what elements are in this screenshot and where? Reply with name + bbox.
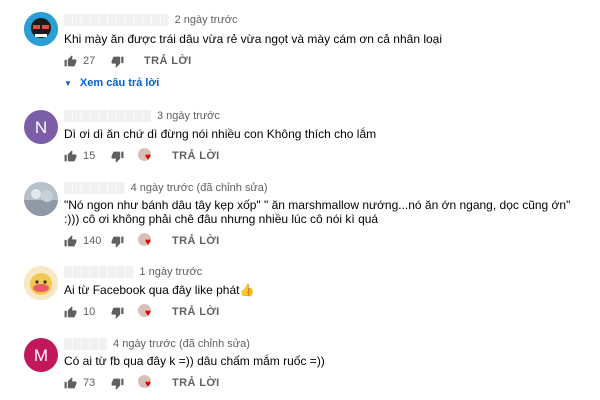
view-replies-label: Xem câu trả lời xyxy=(79,77,160,89)
view-replies-button[interactable]: ▼ Xem câu trả lời xyxy=(64,77,159,89)
avatar[interactable] xyxy=(24,12,58,46)
chevron-down-icon: ▼ xyxy=(64,78,72,88)
comment-author-line: ▒▒▒▒▒▒▒▒ 1 ngày trước xyxy=(64,266,202,278)
author-name-blurred[interactable]: ▒▒▒▒▒▒▒ xyxy=(64,182,126,194)
avatar-letter: N xyxy=(34,117,48,137)
comment-thread: ▒▒▒▒▒▒▒▒ 1 ngày trước Ai từ Facebook qua… xyxy=(0,260,600,330)
comment-time[interactable]: 2 ngày trước xyxy=(175,14,238,26)
comment-text: Khi mày ăn được trái dâu vừa rẻ vừa ngọt… xyxy=(64,32,443,46)
like-icon[interactable] xyxy=(64,306,77,319)
creator-heart-icon: ♥ xyxy=(138,148,156,164)
like-count: 10 xyxy=(83,306,96,318)
like-count: 15 xyxy=(83,150,96,162)
comment-author-line: ▒▒▒▒▒▒▒▒▒▒ 3 ngày trước xyxy=(64,110,220,122)
comment-thread: ▒▒▒▒▒▒▒▒▒▒▒▒ 2 ngày trước Khi mày ăn đượ… xyxy=(0,0,600,100)
like-count: 140 xyxy=(83,235,102,247)
comment-thread: ▒▒▒▒▒▒▒ 4 ngày trước (đã chỉnh sửa) "Nó … xyxy=(0,176,600,260)
comment-text: Dì ơi dì ăn chứ dì đừng nói nhiều con Kh… xyxy=(64,127,377,141)
dislike-icon[interactable] xyxy=(111,306,124,319)
comment-time[interactable]: 4 ngày trước (đã chỉnh sửa) xyxy=(131,182,268,194)
author-name-blurred[interactable]: ▒▒▒▒▒▒▒▒▒▒▒▒ xyxy=(64,14,170,26)
like-icon[interactable] xyxy=(64,235,77,248)
author-name-blurred[interactable]: ▒▒▒▒▒ xyxy=(64,338,108,350)
avatar[interactable] xyxy=(24,266,58,300)
reply-button[interactable]: TRẢ LỜI xyxy=(172,235,220,247)
author-name-blurred[interactable]: ▒▒▒▒▒▒▒▒ xyxy=(64,266,134,278)
dislike-icon[interactable] xyxy=(111,377,124,390)
reply-button[interactable]: TRẢ LỜI xyxy=(172,306,220,318)
avatar[interactable] xyxy=(24,182,58,216)
comment-actions: 140 ♥ TRẢ LỜI xyxy=(64,232,220,250)
dislike-icon[interactable] xyxy=(111,235,124,248)
avatar-image-icon xyxy=(24,182,58,216)
author-name-blurred[interactable]: ▒▒▒▒▒▒▒▒▒▒ xyxy=(64,110,152,122)
comment-actions: 15 ♥ TRẢ LỜI xyxy=(64,147,220,165)
creator-heart-icon: ♥ xyxy=(138,304,156,320)
dislike-icon[interactable] xyxy=(111,55,124,68)
comment-time[interactable]: 3 ngày trước xyxy=(157,110,220,122)
comment-actions: 73 ♥ TRẢ LỜI xyxy=(64,374,220,392)
avatar[interactable]: M xyxy=(24,338,58,372)
like-count: 73 xyxy=(83,377,96,389)
comment-thread: N ▒▒▒▒▒▒▒▒▒▒ 3 ngày trước Dì ơi dì ăn ch… xyxy=(0,100,600,176)
dislike-icon[interactable] xyxy=(111,150,124,163)
like-icon[interactable] xyxy=(64,150,77,163)
reply-button[interactable]: TRẢ LỜI xyxy=(144,55,192,67)
comment-actions: 10 ♥ TRẢ LỜI xyxy=(64,303,220,321)
creator-heart-icon: ♥ xyxy=(138,233,156,249)
avatar-letter: M xyxy=(33,345,49,365)
comment-time[interactable]: 4 ngày trước (đã chỉnh sửa) xyxy=(113,338,250,350)
comment-actions: 27 TRẢ LỜI xyxy=(64,52,192,70)
creator-heart-icon: ♥ xyxy=(138,375,156,391)
comment-thread: M ▒▒▒▒▒ 4 ngày trước (đã chỉnh sửa) Có a… xyxy=(0,330,600,400)
avatar-image-icon xyxy=(24,266,58,300)
reply-button[interactable]: TRẢ LỜI xyxy=(172,150,220,162)
comment-author-line: ▒▒▒▒▒▒▒ 4 ngày trước (đã chỉnh sửa) xyxy=(64,182,268,194)
comment-text: Có ai từ fb qua đây k =)) dâu chấm mắm r… xyxy=(64,354,325,368)
comment-text-line-2: :))) cô ơi không phải chê đâu nhưng nhiề… xyxy=(64,212,379,226)
reply-button[interactable]: TRẢ LỜI xyxy=(172,377,220,389)
avatar[interactable]: N xyxy=(24,110,58,144)
like-count: 27 xyxy=(83,55,96,67)
avatar-image-icon xyxy=(24,12,58,46)
comment-text: Ai từ Facebook qua đây like phát👍 xyxy=(64,283,255,297)
like-icon[interactable] xyxy=(64,55,77,68)
comment-author-line: ▒▒▒▒▒ 4 ngày trước (đã chỉnh sửa) xyxy=(64,338,250,350)
like-icon[interactable] xyxy=(64,377,77,390)
comment-time[interactable]: 1 ngày trước xyxy=(139,266,202,278)
comment-author-line: ▒▒▒▒▒▒▒▒▒▒▒▒ 2 ngày trước xyxy=(64,14,237,26)
